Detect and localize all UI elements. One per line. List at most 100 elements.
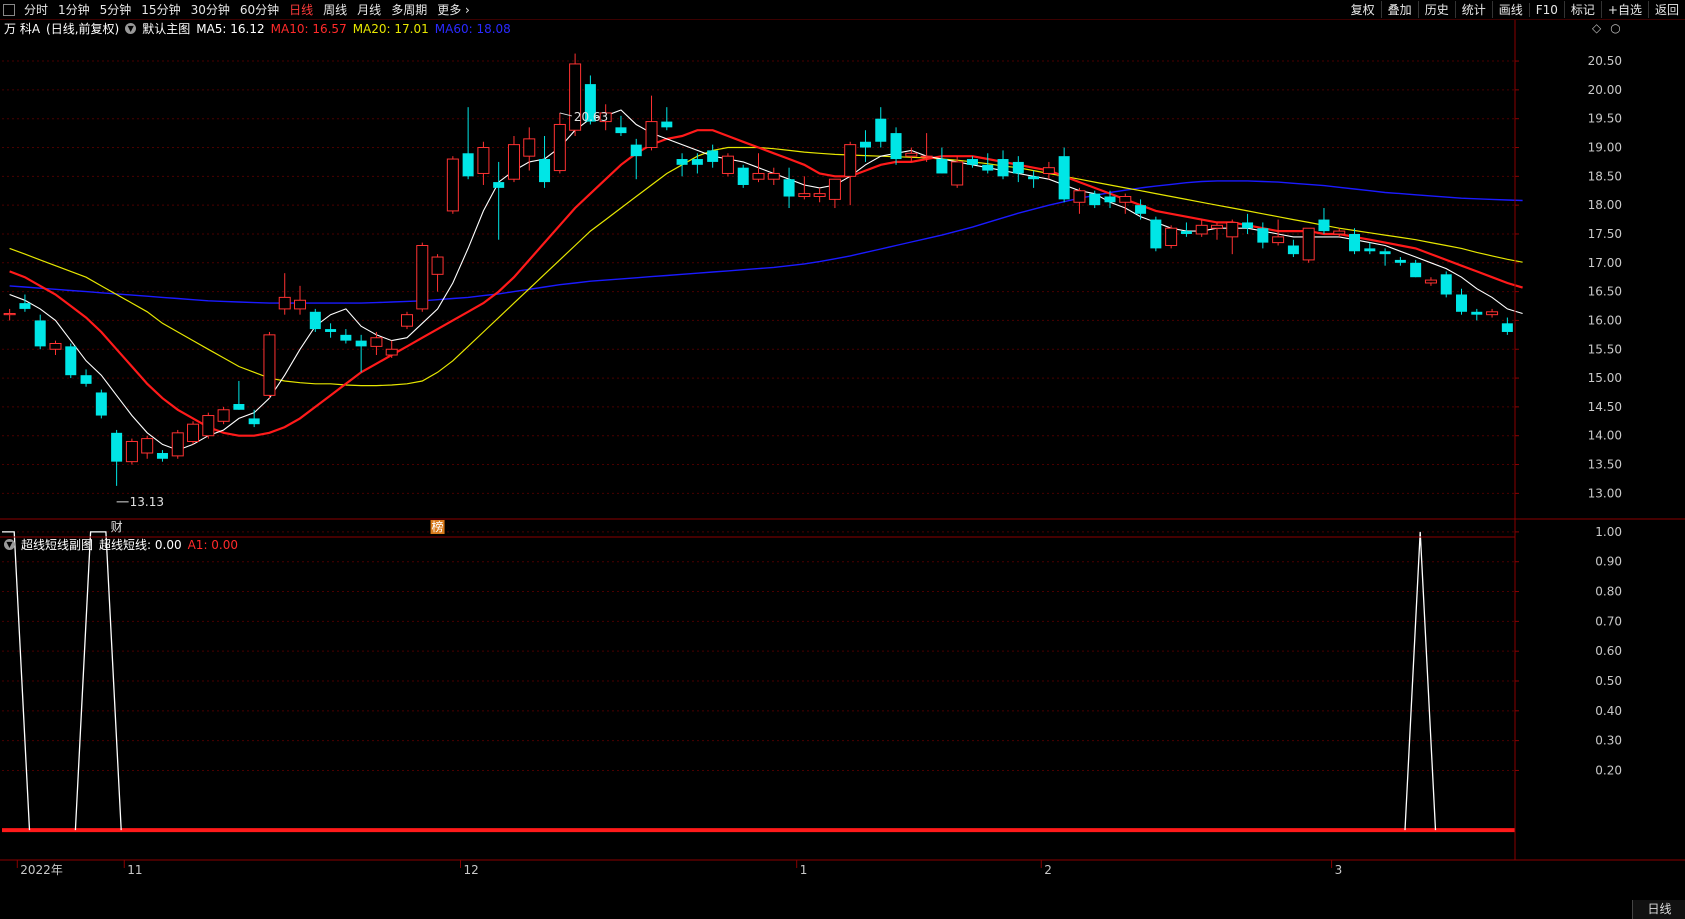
candle <box>997 150 1009 180</box>
toolbar-button[interactable]: 叠加 <box>1380 1 1418 18</box>
candle <box>1210 222 1223 240</box>
period-tab[interactable]: 5分钟 <box>95 1 137 18</box>
candle-body <box>1257 228 1269 243</box>
period-tab[interactable]: 15分钟 <box>136 1 185 18</box>
candle <box>400 311 413 330</box>
ma60-line <box>9 180 1523 304</box>
toolbar-button[interactable]: F10 <box>1528 2 1564 17</box>
candle <box>1349 228 1361 255</box>
period-tab[interactable]: 日线 <box>284 1 318 18</box>
circle-icon[interactable]: ○ <box>1610 21 1620 35</box>
toolbar-button[interactable]: 历史 <box>1417 1 1455 18</box>
period-toolbar: 分时1分钟5分钟15分钟30分钟60分钟日线周线月线多周期更多 复权叠加历史统计… <box>0 0 1685 20</box>
price-tick-label: 19.50 <box>1588 112 1622 126</box>
candle-body <box>539 159 551 183</box>
toolbar-button[interactable]: 画线 <box>1491 1 1529 18</box>
toolbar-button[interactable]: 复权 <box>1345 1 1381 18</box>
candle-body <box>34 320 46 347</box>
candle-body <box>767 172 780 180</box>
candle <box>1456 288 1468 315</box>
candle-body <box>294 299 307 310</box>
sub-settings-icon[interactable]: ▼ <box>4 539 15 550</box>
chart-mode: (日线,前复权) <box>46 22 120 36</box>
period-tab[interactable]: 30分钟 <box>186 1 235 18</box>
candle <box>1364 242 1376 255</box>
candle <box>707 144 719 168</box>
toolbar-button[interactable]: 返回 <box>1647 1 1685 18</box>
time-tick-label: 11 <box>127 863 142 877</box>
stock-chart[interactable]: 20.5020.0019.5019.0018.5018.0017.5017.00… <box>0 0 1685 919</box>
candle-body <box>309 311 321 330</box>
candle-body <box>1333 230 1346 235</box>
period-tab[interactable]: 月线 <box>352 1 386 18</box>
time-tick-label: 2 <box>1044 863 1052 877</box>
candle-body <box>355 340 367 347</box>
candle-body <box>1410 262 1422 278</box>
candle-body <box>752 172 765 180</box>
sub-a1-label: A1: 0.00 <box>187 537 239 552</box>
candle <box>278 273 291 315</box>
candle-body <box>95 392 107 416</box>
sub-tick-label: 0.20 <box>1595 763 1622 777</box>
settings-icon[interactable]: ▼ <box>125 23 137 34</box>
candle-body <box>325 329 337 332</box>
time-tick-label: 3 <box>1335 863 1343 877</box>
period-tab[interactable]: 1分钟 <box>53 1 95 18</box>
period-tab[interactable]: 更多 <box>432 1 475 18</box>
main-chart-name[interactable]: 默认主图 <box>142 20 190 37</box>
candle <box>630 138 642 180</box>
price-tick-label: 16.50 <box>1588 285 1622 299</box>
candle <box>233 380 245 410</box>
candle <box>156 450 168 462</box>
candle <box>1180 222 1192 237</box>
candle-body <box>1318 219 1330 232</box>
candle-body <box>523 138 536 157</box>
candle <box>1394 257 1406 266</box>
candle <box>721 153 734 177</box>
candle-body <box>1104 196 1116 203</box>
toolbar-button[interactable]: 统计 <box>1454 1 1492 18</box>
candle <box>1302 227 1315 263</box>
sub-chart-name[interactable]: 超线短线副图 <box>21 536 93 553</box>
candle <box>248 409 260 428</box>
sub-tick-label: 0.60 <box>1595 644 1622 658</box>
candle-body <box>446 158 459 212</box>
ma60-label: MA60: 18.08 <box>434 21 511 36</box>
candle-body <box>1210 224 1223 229</box>
candle <box>1440 271 1452 298</box>
candle <box>737 164 749 188</box>
toolbar-button[interactable]: +自选 <box>1600 1 1648 18</box>
candle-body <box>80 375 92 384</box>
low-price-label: 13.13 <box>130 495 164 509</box>
toolbar-button[interactable]: 标记 <box>1563 1 1601 18</box>
price-tick-label: 14.50 <box>1588 400 1622 414</box>
period-tab[interactable]: 多周期 <box>386 1 432 18</box>
window-icon[interactable] <box>3 3 15 16</box>
candle <box>1150 216 1162 252</box>
candle-body <box>416 245 429 310</box>
candle <box>19 294 31 312</box>
candle <box>1318 208 1330 234</box>
diamond-icon[interactable]: ◇ <box>1592 21 1601 35</box>
period-bottom-tab[interactable]: 日线 <box>1632 900 1685 919</box>
candle <box>936 147 948 174</box>
period-tab[interactable]: 周线 <box>318 1 352 18</box>
candle-body <box>370 337 383 347</box>
period-tab[interactable]: 分时 <box>19 1 53 18</box>
candle <box>125 438 138 465</box>
candle-body <box>1302 227 1315 261</box>
period-tab[interactable]: 60分钟 <box>235 1 284 18</box>
price-tick-label: 13.00 <box>1588 486 1622 500</box>
candle-body <box>1028 176 1040 180</box>
candle <box>385 340 398 358</box>
candle-body <box>936 159 948 174</box>
candle <box>141 435 154 459</box>
candle <box>828 178 841 209</box>
candle-body <box>1486 311 1499 316</box>
stock-name: 万 科A <box>4 22 41 36</box>
main-chart-info: 万 科A (日线,前复权) ▼ 默认主图 MA5: 16.12 MA10: 16… <box>4 20 511 37</box>
candle <box>80 369 92 387</box>
sub-tick-label: 0.40 <box>1595 704 1622 718</box>
candle-body <box>171 432 184 457</box>
sub-tick-label: 0.90 <box>1595 555 1622 569</box>
